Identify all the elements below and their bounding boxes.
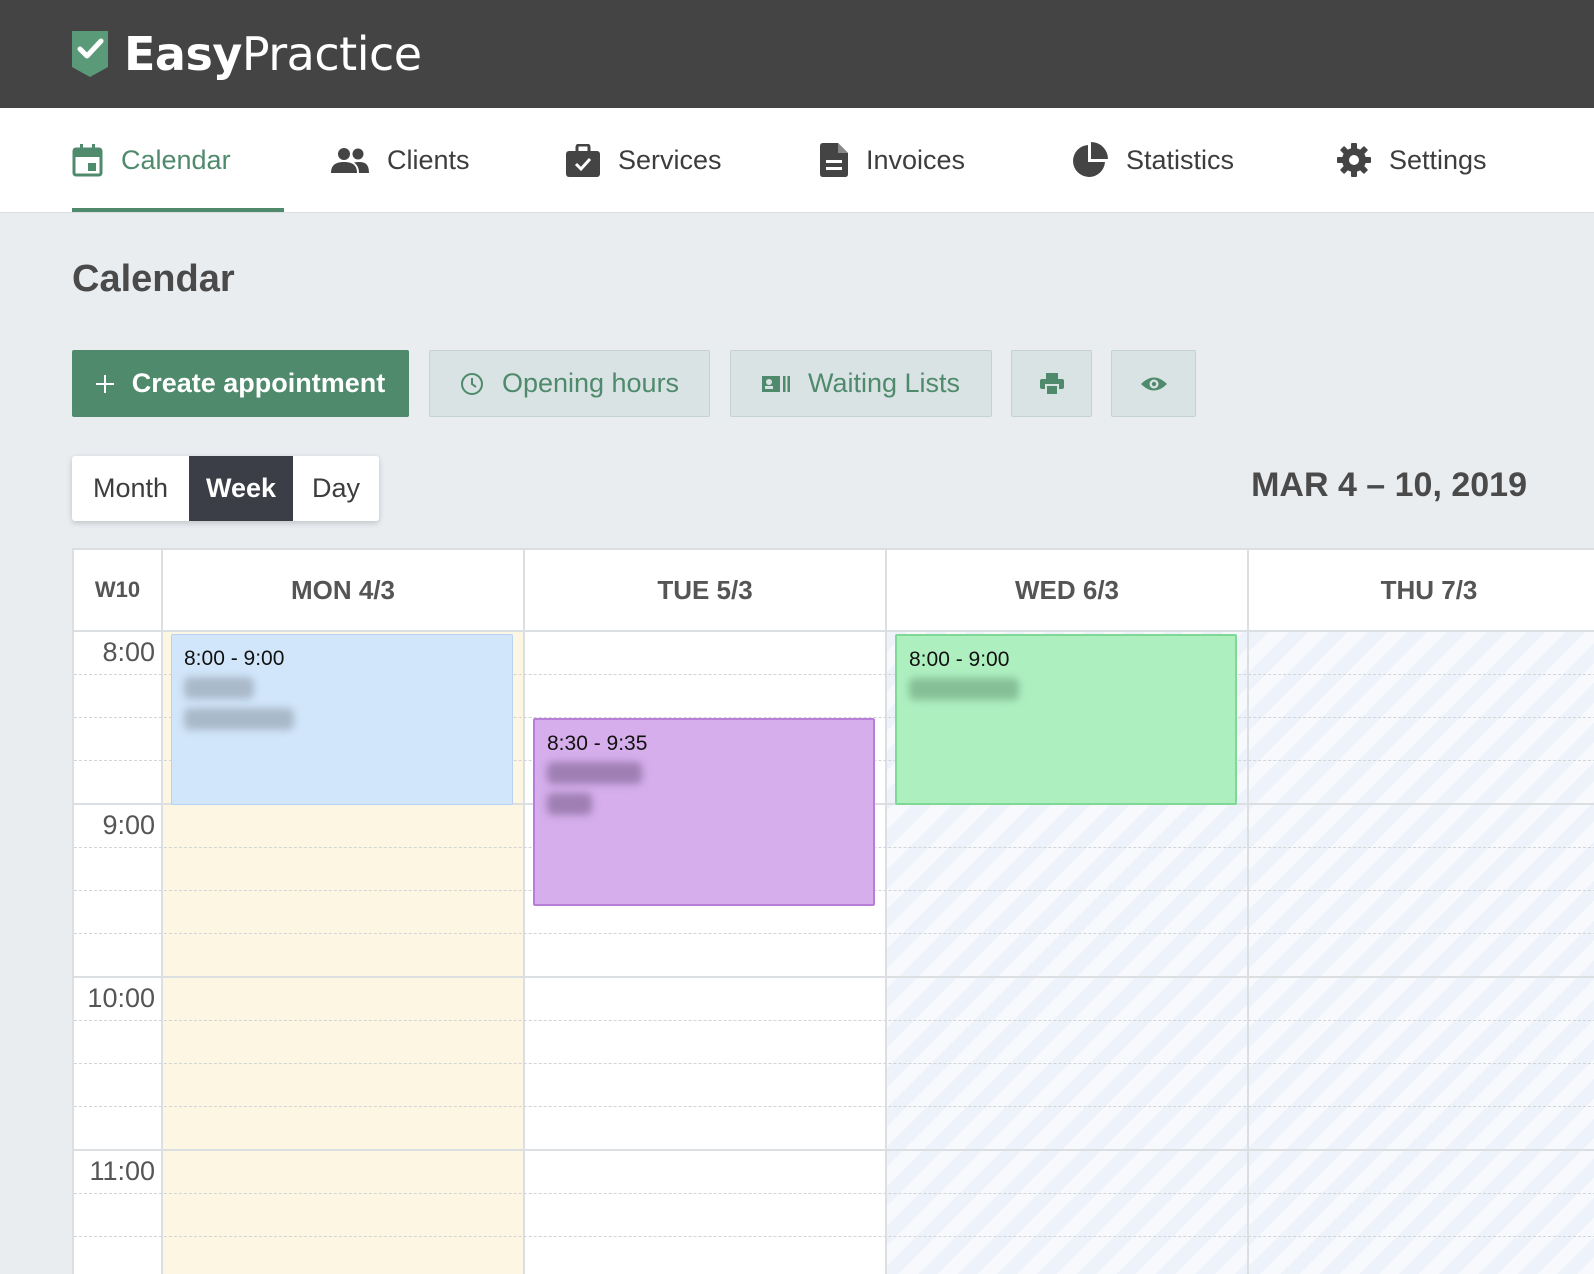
create-appointment-label: Create appointment: [131, 368, 386, 398]
nav-item-clients[interactable]: Clients: [331, 108, 470, 212]
appointment-time: 8:00 - 9:00: [909, 648, 1010, 671]
appointment-time: 8:30 - 9:35: [547, 732, 648, 755]
waiting-lists-button[interactable]: Waiting Lists: [730, 350, 992, 417]
create-appointment-button[interactable]: Create appointment: [72, 350, 409, 417]
date-range-label: MAR 4 – 10, 2019: [1251, 466, 1527, 504]
nav-label-settings: Settings: [1389, 144, 1487, 175]
day-column-thu[interactable]: [1249, 632, 1594, 1274]
appointment-mon[interactable]: 8:00 - 9:00: [171, 634, 513, 805]
quarter-line: [74, 1106, 1594, 1107]
briefcase-check-icon: [566, 143, 600, 177]
quarter-line: [74, 1236, 1594, 1237]
appointment-blurred-client: [547, 762, 642, 784]
opening-hours-button[interactable]: Opening hours: [429, 350, 710, 417]
nav-label-calendar: Calendar: [121, 144, 231, 175]
logo-text-bold: Easy: [124, 27, 242, 81]
clock-icon: [460, 372, 483, 395]
appointment-blurred-client: [909, 678, 1019, 700]
view-week-button[interactable]: Week: [189, 456, 293, 521]
nav-item-statistics[interactable]: Statistics: [1072, 108, 1234, 212]
nav-label-statistics: Statistics: [1126, 144, 1235, 175]
nav-label-invoices: Invoices: [866, 144, 966, 175]
day-header-tue: TUE 5/3: [525, 550, 887, 632]
plus-icon: [95, 374, 114, 393]
time-label: 11:00: [89, 1156, 155, 1186]
appointment-tue[interactable]: 8:30 - 9:35: [533, 718, 875, 906]
time-label: 8:00: [102, 637, 155, 667]
view-day-button[interactable]: Day: [293, 456, 379, 521]
view-switcher: Month Week Day: [72, 456, 379, 521]
logo-check-icon: [72, 31, 108, 77]
main-nav: Calendar Clients Services Invoices Stati…: [0, 108, 1594, 213]
time-label: 9:00: [102, 810, 155, 840]
day-header-wed: WED 6/3: [887, 550, 1249, 632]
page-title: Calendar: [72, 258, 235, 300]
time-label: 10:00: [87, 983, 155, 1013]
nav-item-services[interactable]: Services: [566, 108, 722, 212]
gear-icon: [1337, 143, 1371, 177]
nav-item-settings[interactable]: Settings: [1337, 108, 1487, 212]
nav-item-invoices[interactable]: Invoices: [820, 108, 965, 212]
document-icon: [820, 143, 848, 177]
opening-hours-label: Opening hours: [501, 368, 680, 398]
printer-icon: [1039, 372, 1064, 395]
waiting-lists-label: Waiting Lists: [807, 368, 961, 398]
appointment-blurred-service: [547, 793, 592, 815]
day-header-mon: MON 4/3: [163, 550, 525, 632]
appointment-blurred-service: [184, 708, 294, 730]
calendar-icon: [72, 143, 103, 176]
hour-line: [74, 976, 1594, 978]
top-bar: EasyPractice: [0, 0, 1594, 108]
eye-icon: [1140, 377, 1167, 390]
quarter-line: [74, 1063, 1594, 1064]
week-calendar: W10 MON 4/3 TUE 5/3 WED 6/3 THU 7/3 8:00…: [72, 548, 1594, 1274]
appointment-wed[interactable]: 8:00 - 9:00: [895, 634, 1237, 805]
hour-line: [74, 1149, 1594, 1151]
nav-active-indicator: [72, 208, 284, 212]
logo-text: EasyPractice: [124, 27, 422, 81]
nav-item-calendar[interactable]: Calendar: [72, 108, 231, 212]
pie-chart-icon: [1073, 142, 1108, 177]
view-month-button[interactable]: Month: [72, 456, 189, 521]
day-header-thu: THU 7/3: [1249, 550, 1594, 632]
appointment-time: 8:00 - 9:00: [184, 647, 285, 670]
logo-text-light: Practice: [241, 27, 422, 81]
quarter-line: [74, 1193, 1594, 1194]
quarter-line: [74, 1020, 1594, 1021]
print-button[interactable]: [1011, 350, 1092, 417]
logo[interactable]: EasyPractice: [72, 24, 422, 84]
quarter-line: [74, 933, 1594, 934]
appointment-blurred-client: [184, 677, 254, 699]
week-number: W10: [74, 550, 163, 632]
preview-button[interactable]: [1111, 350, 1196, 417]
waiting-list-icon: [761, 375, 790, 392]
nav-label-clients: Clients: [387, 144, 470, 175]
nav-label-services: Services: [618, 144, 722, 175]
people-icon: [331, 148, 369, 173]
